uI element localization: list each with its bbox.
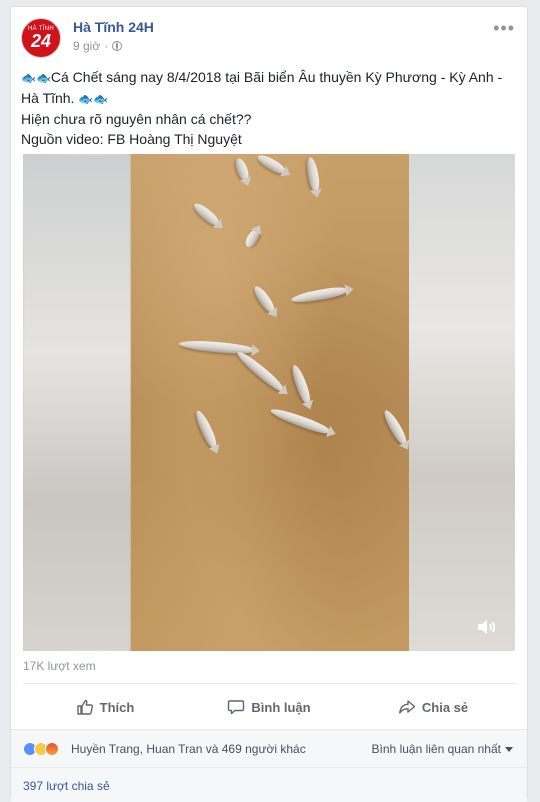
dead-fish bbox=[289, 363, 313, 405]
post-line-2: Hiện chưa rõ nguyên nhân cá chết?? bbox=[21, 111, 252, 127]
comment-button[interactable]: Bình luận bbox=[187, 691, 351, 723]
dead-fish bbox=[269, 405, 331, 437]
post-message: 🐟🐟Cá Chết sáng nay 8/4/2018 tại Bãi biển… bbox=[21, 67, 511, 149]
shares-row: 397 lượt chia sẻ bbox=[11, 767, 527, 802]
post-meta: 9 giờ · bbox=[73, 39, 123, 53]
speaker-icon[interactable] bbox=[475, 615, 499, 639]
video-frame-beach bbox=[131, 154, 409, 651]
share-icon bbox=[398, 700, 416, 714]
like-label: Thích bbox=[99, 699, 135, 715]
comment-icon bbox=[228, 700, 245, 715]
comment-sort-label: Bình luận liên quan nhất bbox=[371, 742, 501, 756]
share-button[interactable]: Chia sẻ bbox=[351, 691, 515, 723]
comment-label: Bình luận bbox=[251, 699, 311, 715]
caret-down-icon bbox=[505, 746, 513, 752]
dead-fish bbox=[233, 156, 251, 182]
share-label: Chia sẻ bbox=[421, 699, 469, 715]
divider bbox=[23, 683, 515, 684]
post-line-1: 🐟🐟Cá Chết sáng nay 8/4/2018 tại Bãi biển… bbox=[21, 67, 511, 109]
dead-fish bbox=[191, 200, 221, 228]
dead-fish bbox=[193, 408, 219, 450]
comment-sort-dropdown[interactable]: Bình luận liên quan nhất bbox=[372, 742, 513, 756]
video-blur-right bbox=[409, 154, 515, 651]
share-count-link[interactable]: 397 lượt chia sẻ bbox=[23, 779, 110, 793]
video-blur-left bbox=[23, 154, 131, 651]
reaction-names[interactable]: Huyền Trang, Huan Tran và 469 người khác bbox=[71, 742, 306, 756]
reaction-icons[interactable] bbox=[23, 742, 59, 756]
dead-fish bbox=[251, 283, 277, 315]
post-line-3: Nguồn video: FB Hoàng Thị Nguyệt bbox=[21, 131, 242, 147]
dead-fish bbox=[305, 156, 321, 192]
fish-emoji-icon: 🐟🐟 bbox=[21, 71, 51, 85]
view-count: 17K lượt xem bbox=[23, 659, 96, 673]
video-player[interactable] bbox=[23, 154, 515, 651]
page-avatar[interactable]: HÀ TĨNH 24 bbox=[21, 18, 61, 58]
avatar-big-text: 24 bbox=[30, 31, 52, 51]
dead-fish bbox=[243, 228, 261, 250]
post-time[interactable]: 9 giờ bbox=[73, 39, 100, 53]
fish-emoji-icon: 🐟🐟 bbox=[78, 92, 109, 106]
thumbs-up-icon bbox=[76, 699, 93, 715]
page-name-link[interactable]: Hà Tĩnh 24H bbox=[73, 19, 154, 35]
angry-icon bbox=[45, 742, 59, 756]
globe-icon bbox=[112, 41, 123, 51]
dead-fish bbox=[290, 285, 348, 305]
dead-fish bbox=[381, 408, 409, 446]
post-card: HÀ TĨNH 24 Hà Tĩnh 24H 9 giờ · ••• 🐟🐟Cá … bbox=[10, 6, 528, 802]
more-options-icon[interactable]: ••• bbox=[493, 19, 515, 37]
dead-fish bbox=[255, 154, 287, 176]
post-header: HÀ TĨNH 24 Hà Tĩnh 24H 9 giờ · ••• bbox=[21, 15, 517, 65]
action-bar: Thích Bình luận Chia sẻ bbox=[23, 691, 515, 723]
reactions-row: Huyền Trang, Huan Tran và 469 người khác… bbox=[11, 729, 527, 768]
like-button[interactable]: Thích bbox=[23, 691, 187, 723]
dead-fish bbox=[234, 348, 286, 394]
